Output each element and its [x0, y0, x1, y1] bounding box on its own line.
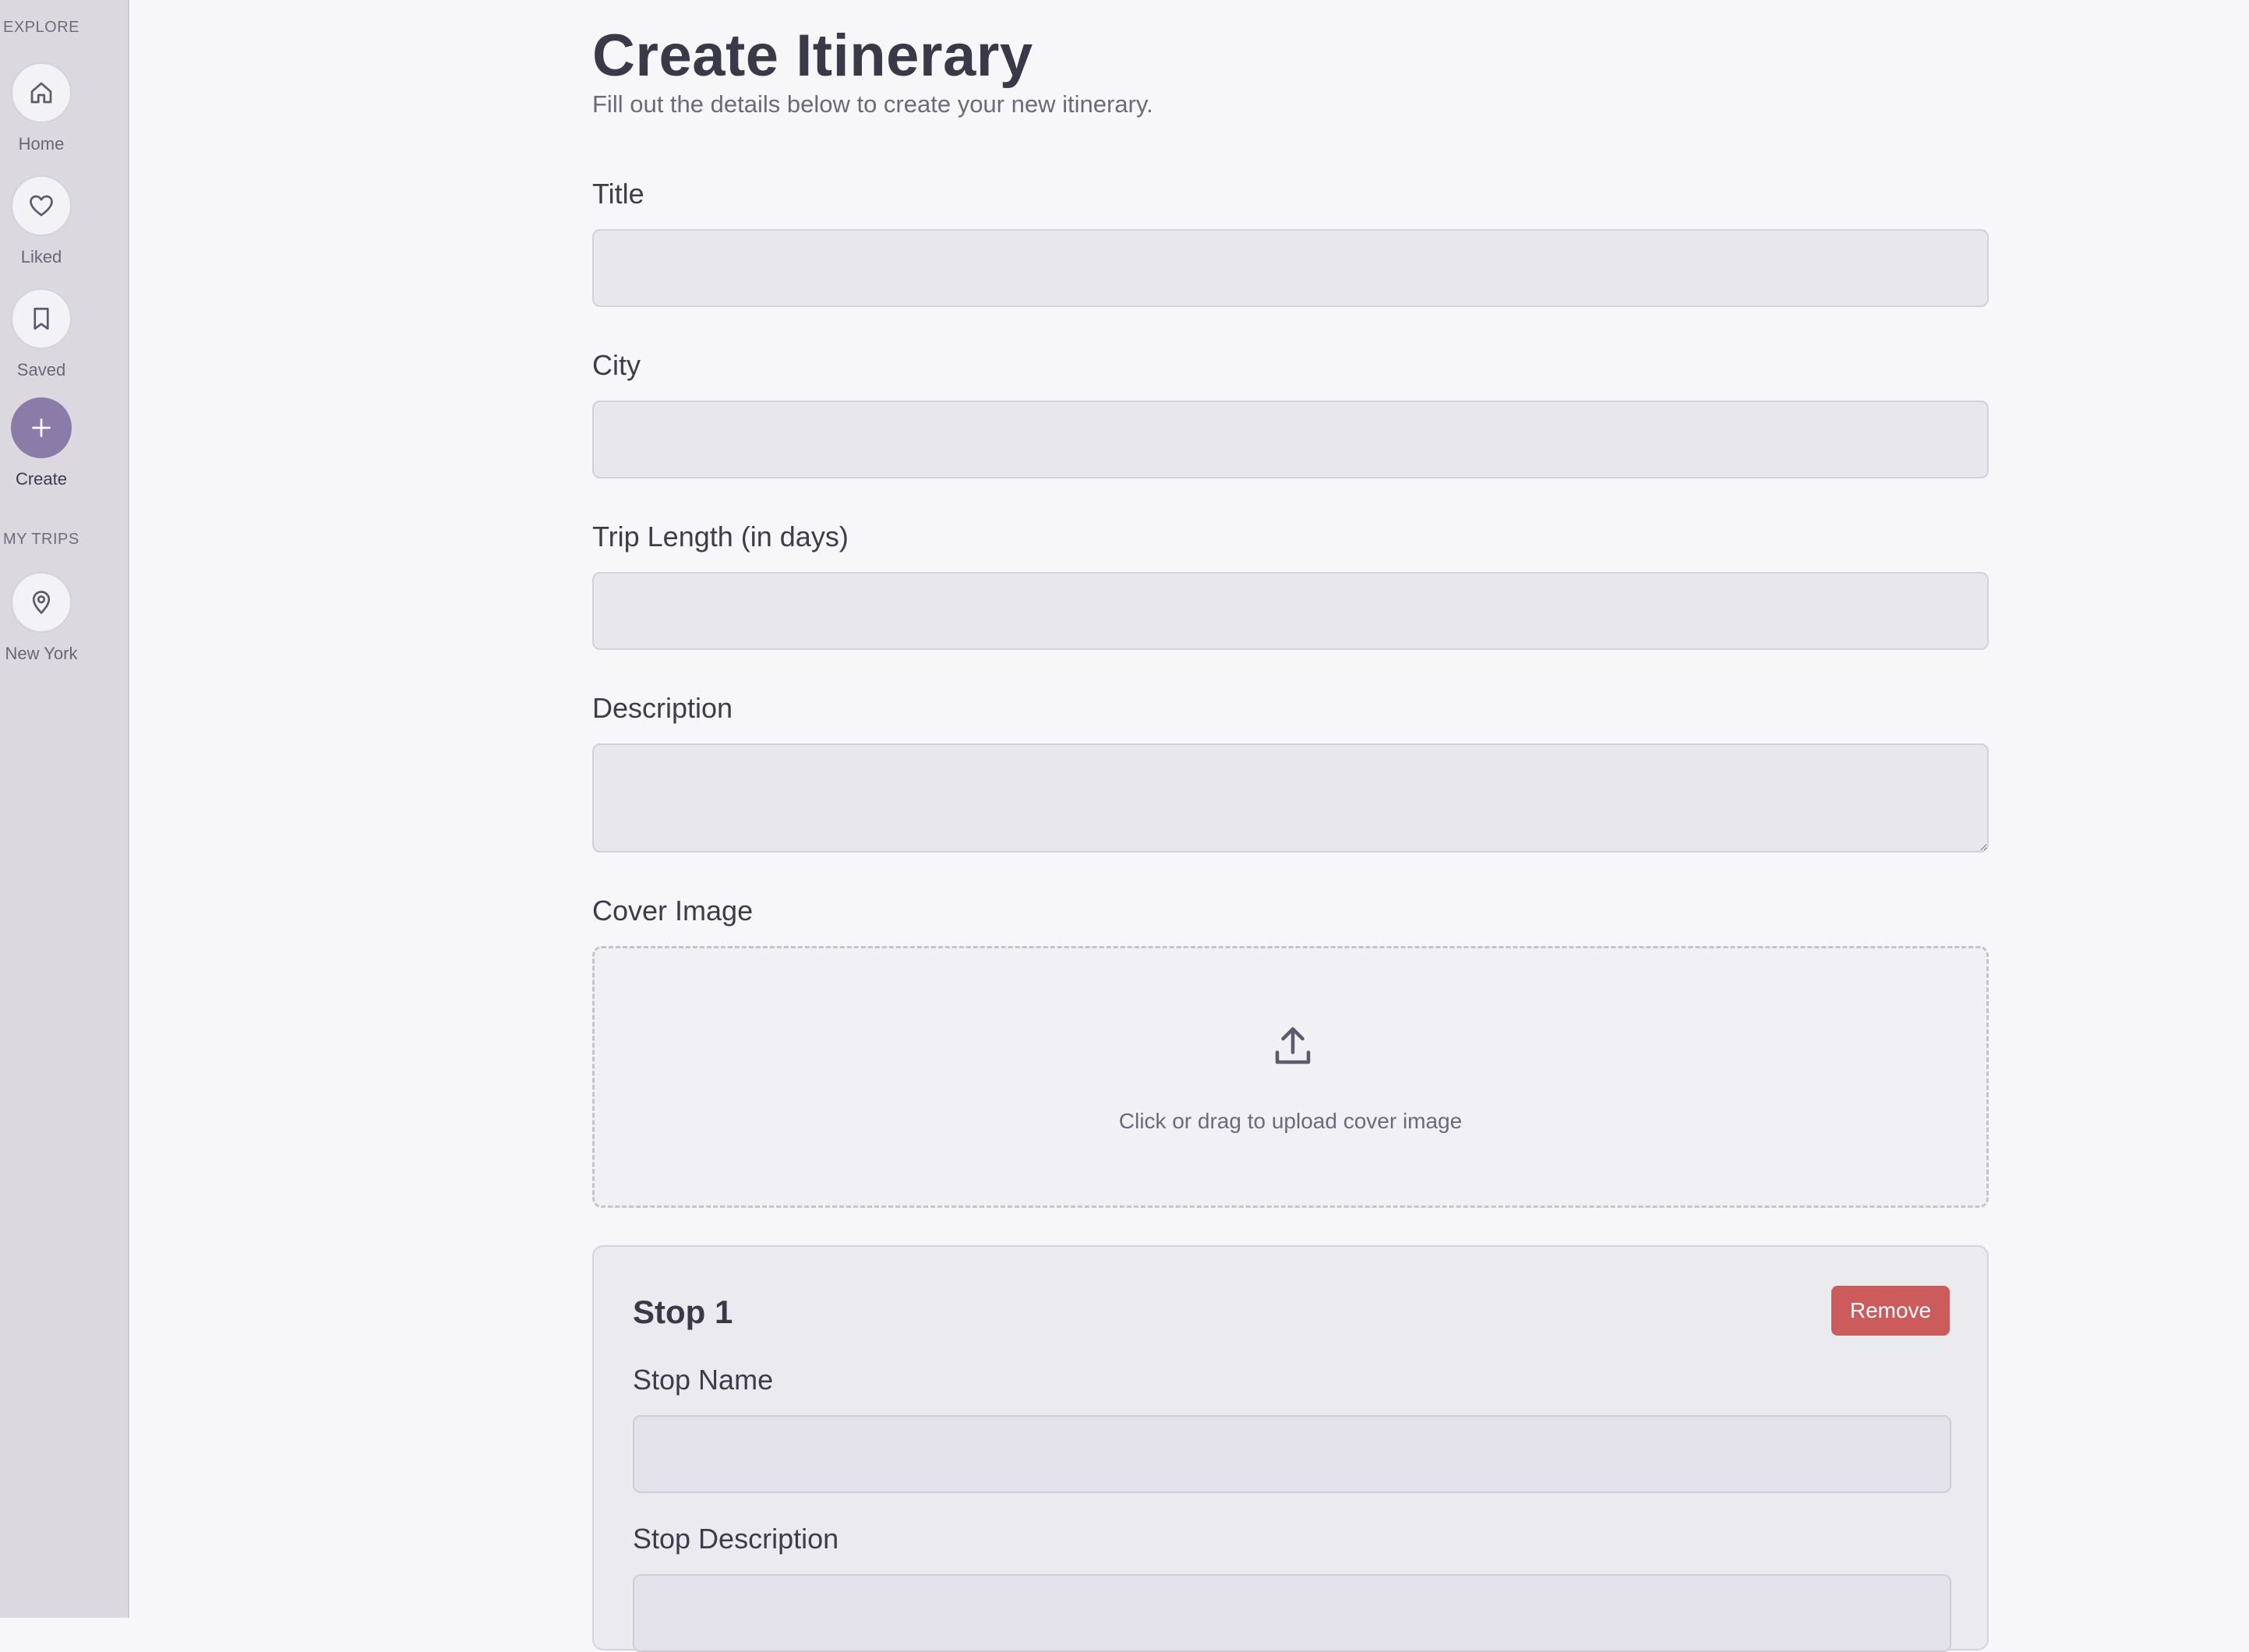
sidebar-item-liked[interactable]: Liked [0, 175, 83, 267]
page-subtitle: Fill out the details below to create you… [592, 90, 1153, 118]
sidebar-item-label: New York [5, 644, 78, 663]
sidebar-item-label: Saved [16, 360, 66, 379]
sidebar-item-label: Create [15, 469, 68, 489]
upload-instruction: Click or drag to upload cover image [1118, 1109, 1463, 1133]
sidebar: EXPLORE Home Liked Saved Create MY TRIPS… [0, 0, 129, 1618]
upload-icon [1275, 1027, 1311, 1064]
map-pin-icon [32, 591, 51, 614]
plus-icon [32, 418, 51, 437]
home-icon [30, 82, 52, 104]
sidebar-item-label: Home [18, 134, 65, 154]
bookmark-icon [34, 307, 49, 330]
heart-icon [30, 195, 53, 217]
stop-title: Stop 1 [633, 1294, 733, 1330]
description-label: Description [592, 692, 733, 724]
stop-description-input[interactable] [633, 1574, 1951, 1652]
remove-stop-button[interactable]: Remove [1831, 1286, 1950, 1336]
sidebar-item-label: Liked [20, 247, 62, 267]
stop-name-label: Stop Name [633, 1364, 774, 1396]
explore-heading: EXPLORE [3, 19, 79, 36]
page-title: Create Itinerary [592, 23, 1033, 89]
description-textarea[interactable] [592, 743, 1989, 852]
title-label: Title [592, 178, 644, 210]
sidebar-item-saved[interactable]: Saved [0, 288, 83, 380]
title-input[interactable] [592, 229, 1989, 307]
cover-image-dropzone[interactable]: Click or drag to upload cover image [592, 946, 1989, 1208]
stop-card: Stop 1 Remove Stop Name Stop Description [592, 1245, 1989, 1652]
stop-name-input[interactable] [633, 1415, 1951, 1493]
sidebar-item-home[interactable]: Home [0, 62, 83, 154]
trip-length-label: Trip Length (in days) [592, 521, 849, 552]
city-label: City [592, 349, 641, 381]
trip-length-input[interactable] [592, 572, 1989, 650]
stop-description-label: Stop Description [633, 1523, 839, 1555]
sidebar-item-new-york[interactable]: New York [0, 572, 83, 664]
sidebar-item-create[interactable]: Create [0, 397, 83, 489]
my-trips-heading: MY TRIPS [3, 531, 79, 548]
cover-image-label: Cover Image [592, 895, 754, 927]
city-input[interactable] [592, 401, 1989, 478]
